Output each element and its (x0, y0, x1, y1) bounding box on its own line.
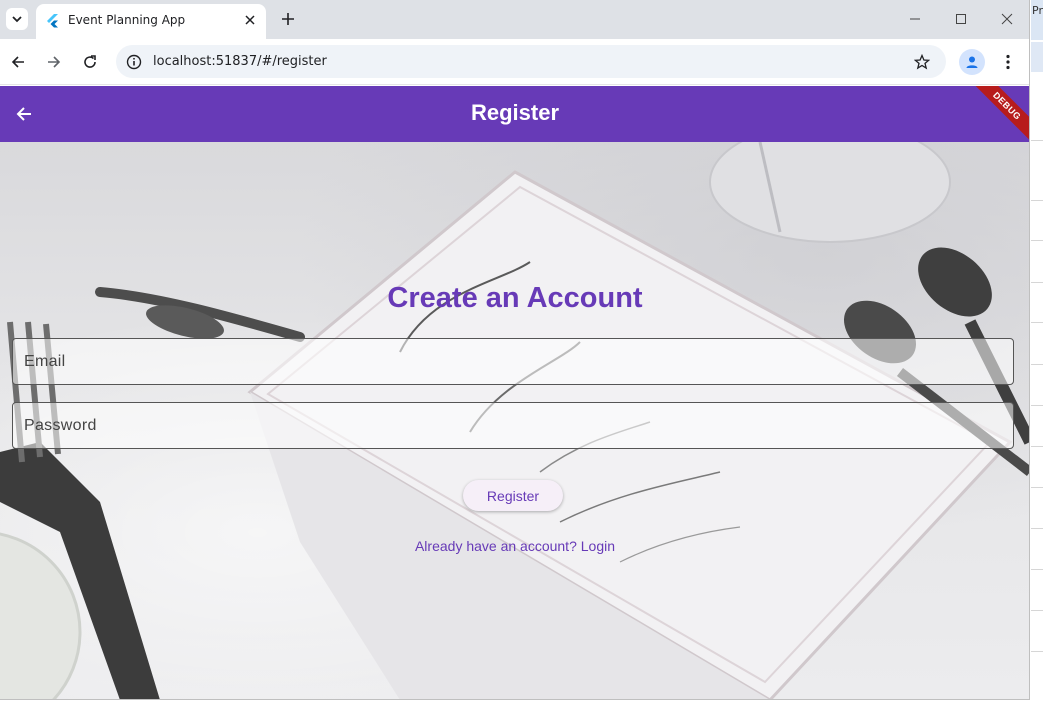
maximize-icon (956, 14, 966, 24)
divider (1031, 610, 1043, 611)
tab-event-planning[interactable]: Event Planning App (36, 4, 266, 39)
maximize-button[interactable] (949, 8, 973, 30)
email-field[interactable] (12, 338, 1014, 385)
plus-icon (282, 13, 294, 25)
register-page: Create an Account Register Already have … (0, 142, 1029, 699)
divider (1031, 282, 1043, 283)
arrow-right-icon (48, 56, 61, 68)
divider (1031, 240, 1043, 241)
browser-window: Event Planning App localhost:51837/#/reg… (0, 0, 1030, 700)
divider (1031, 200, 1043, 201)
more-vert-icon (1006, 54, 1010, 70)
star-icon (914, 54, 930, 70)
minimize-icon (910, 18, 920, 20)
close-tab-button[interactable] (242, 12, 258, 28)
person-icon (966, 56, 978, 68)
url-text: localhost:51837/#/register (153, 54, 327, 69)
page-title: Register (470, 100, 560, 125)
close-icon (1001, 13, 1013, 25)
app-bar: Register DEBUG (0, 86, 1029, 142)
reload-icon (84, 55, 96, 68)
divider (1031, 487, 1043, 488)
back-nav-button[interactable] (6, 50, 30, 74)
form-heading: Create an Account (387, 282, 643, 314)
divider (1031, 405, 1043, 406)
address-bar[interactable]: localhost:51837/#/register (116, 45, 946, 78)
forward-nav-button[interactable] (42, 50, 66, 74)
password-input[interactable] (13, 403, 1013, 448)
tab-title: Event Planning App (68, 13, 186, 27)
tab-strip: Event Planning App (0, 0, 1029, 39)
close-window-button[interactable] (995, 8, 1019, 30)
background-window-text: Pr (1032, 4, 1043, 17)
background-window-bar (1031, 42, 1043, 72)
divider (1031, 528, 1043, 529)
info-icon (126, 54, 142, 70)
site-info-button[interactable] (123, 51, 145, 73)
new-tab-button[interactable] (278, 9, 298, 29)
tab-search-button[interactable] (6, 8, 28, 30)
divider (1031, 140, 1043, 141)
background-window-peek: Pr (1031, 0, 1043, 704)
browser-toolbar: localhost:51837/#/register (0, 39, 1029, 85)
chevron-down-icon (12, 16, 22, 23)
flutter-icon (47, 14, 58, 28)
arrow-left-icon (11, 56, 24, 68)
register-button[interactable]: Register (463, 480, 563, 511)
bookmark-button[interactable] (912, 52, 932, 72)
divider (1031, 651, 1043, 652)
divider (1031, 569, 1043, 570)
password-field[interactable] (12, 402, 1014, 449)
minimize-button[interactable] (903, 8, 927, 30)
close-icon (245, 15, 255, 25)
divider (1031, 446, 1043, 447)
divider (1031, 364, 1043, 365)
profile-button[interactable] (959, 49, 985, 75)
login-link[interactable]: Already have an account? Login (0, 538, 1029, 554)
email-input[interactable] (13, 339, 1013, 384)
divider (1031, 322, 1043, 323)
reload-button[interactable] (78, 50, 102, 74)
browser-menu-button[interactable] (997, 50, 1019, 74)
